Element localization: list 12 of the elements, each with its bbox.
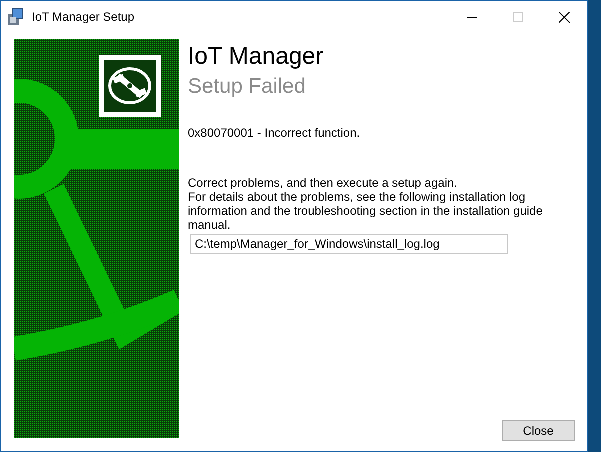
instruction-text: For details about the problems, see the following installation log information and the troubleshooting section in the installation guide manual. xyxy=(188,190,544,232)
maximize-icon xyxy=(513,12,523,22)
error-message: 0x80070001 - Incorrect function. xyxy=(188,125,362,142)
log-path-field[interactable]: C:\temp\Manager_for_Windows\install_log.log xyxy=(190,234,508,254)
status-title: Setup Failed xyxy=(188,74,307,100)
installer-icon xyxy=(7,8,25,26)
instruction-text: Correct problems, and then execute a setup again. xyxy=(188,176,458,190)
close-icon xyxy=(558,12,570,22)
minimize-icon xyxy=(467,16,477,18)
close-dialog-button[interactable]: Close xyxy=(502,420,575,441)
window-title: IoT Manager Setup xyxy=(32,9,135,26)
product-title: IoT Manager xyxy=(188,43,325,71)
